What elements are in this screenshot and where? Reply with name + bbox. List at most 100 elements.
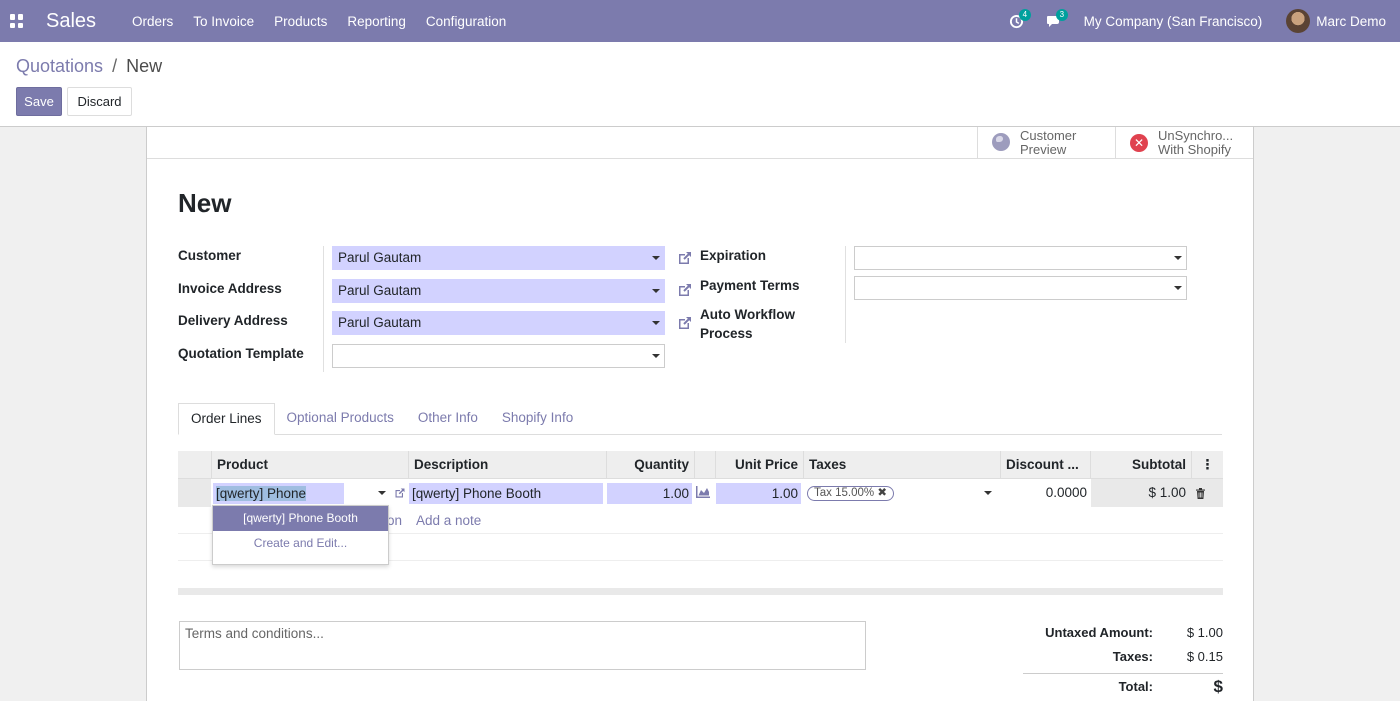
messages-badge: 3 [1055, 8, 1069, 21]
untaxed-amount-label: Untaxed Amount: [1045, 625, 1153, 640]
save-button[interactable]: Save [16, 87, 62, 116]
area-chart-icon[interactable] [696, 486, 710, 498]
tab-other-info[interactable]: Other Info [406, 403, 490, 435]
chevron-down-icon[interactable] [652, 256, 660, 260]
chevron-down-icon[interactable] [378, 491, 386, 495]
invoice-address-value: Parul Gautam [338, 283, 422, 298]
dropdown-option-product[interactable]: [qwerty] Phone Booth [213, 506, 388, 531]
menu-orders[interactable]: Orders [132, 14, 173, 29]
chevron-down-icon[interactable] [1174, 286, 1182, 290]
taxes-label: Taxes: [1112, 649, 1153, 664]
chevron-down-icon[interactable] [652, 354, 660, 358]
table-header: Product Description Quantity Unit Price … [178, 451, 1223, 479]
payment-terms-label: Payment Terms [700, 278, 800, 293]
activity-badge: 4 [1018, 8, 1032, 21]
messaging-button[interactable]: 3 [1046, 8, 1069, 29]
row-handle [178, 479, 211, 507]
taxes-value: $ 0.15 [1186, 649, 1223, 664]
external-link-icon[interactable] [677, 315, 693, 331]
tax-tag[interactable]: Tax 15.00% ✖ [807, 486, 894, 501]
apps-menu-icon[interactable] [10, 14, 24, 28]
column-discount[interactable]: Discount ... [1000, 451, 1090, 478]
delivery-address-label: Delivery Address [178, 313, 288, 328]
control-panel: Quotations / New Save Discard [0, 42, 1400, 127]
chevron-down-icon[interactable] [1174, 256, 1182, 260]
discount-value[interactable]: 0.0000 [1001, 479, 1087, 507]
systray: 4 3 My Company (San Francisco) Marc Demo [1009, 0, 1400, 42]
column-description[interactable]: Description [408, 451, 606, 478]
expiration-field[interactable] [854, 246, 1187, 270]
record-title: New [178, 188, 232, 218]
expiration-label: Expiration [700, 248, 767, 263]
menu-products[interactable]: Products [274, 14, 327, 29]
customer-preview-sublabel: Preview [1020, 142, 1067, 157]
payment-terms-field[interactable] [854, 276, 1187, 300]
unit-price-input[interactable]: 1.00 [716, 483, 801, 504]
chevron-down-icon[interactable] [984, 491, 992, 495]
quotation-template-field[interactable] [332, 344, 665, 368]
chevron-down-icon[interactable] [652, 321, 660, 325]
form-sheet: Customer Preview ✕ UnSynchro... With Shopi… [146, 127, 1254, 701]
quantity-input[interactable]: 1.00 [607, 483, 692, 504]
column-unit-price[interactable]: Unit Price [715, 451, 803, 478]
column-subtotal[interactable]: Subtotal [1090, 451, 1191, 478]
company-switcher[interactable]: My Company (San Francisco) [1084, 14, 1263, 29]
tab-shopify-info[interactable]: Shopify Info [490, 403, 585, 435]
kebab-menu-icon[interactable]: ⋮ [1191, 451, 1223, 478]
breadcrumb-quotations[interactable]: Quotations [16, 56, 103, 77]
terms-conditions-input[interactable]: Terms and conditions... [179, 621, 866, 670]
avatar[interactable] [1286, 9, 1311, 33]
menu-configuration[interactable]: Configuration [426, 14, 506, 29]
main-menu: Orders To Invoice Products Reporting Con… [132, 14, 526, 29]
tax-tag-label: Tax 15.00% [814, 487, 875, 499]
menu-to-invoice[interactable]: To Invoice [193, 14, 254, 29]
top-navbar: Sales Orders To Invoice Products Reporti… [0, 0, 1400, 42]
app-name[interactable]: Sales [46, 10, 96, 33]
add-note-link[interactable]: Add a note [416, 513, 481, 528]
totals-summary: Untaxed Amount: $ 1.00 Taxes: $ 0.15 Total… [1023, 621, 1223, 700]
dropdown-option-create-edit[interactable]: Create and Edit... [213, 531, 388, 556]
menu-reporting[interactable]: Reporting [347, 14, 406, 29]
description-input[interactable]: [qwerty] Phone Booth [409, 483, 603, 504]
customer-preview-label: Customer [1020, 128, 1077, 143]
x-circle-icon: ✕ [1130, 134, 1148, 152]
external-link-icon[interactable] [677, 250, 693, 266]
quotation-template-label: Quotation Template [178, 346, 304, 361]
customer-preview-button[interactable]: Customer Preview [977, 127, 1115, 159]
delivery-address-value: Parul Gautam [338, 315, 422, 330]
product-input[interactable]: [qwerty] Phone Booth [213, 483, 344, 522]
chevron-down-icon[interactable] [652, 289, 660, 293]
add-section-link[interactable]: on [387, 513, 402, 528]
shopify-sync-button[interactable]: ✕ UnSynchro... With Shopify [1115, 127, 1253, 159]
external-link-icon[interactable] [677, 282, 693, 298]
external-link-icon[interactable] [394, 487, 406, 499]
notebook-tabs: Order Lines Optional Products Other Info… [178, 403, 1222, 435]
tab-order-lines[interactable]: Order Lines [178, 403, 275, 435]
invoice-address-label: Invoice Address [178, 281, 282, 296]
discard-button[interactable]: Discard [67, 87, 132, 116]
trash-icon[interactable] [1196, 488, 1205, 499]
total-label: Total: [1118, 679, 1153, 694]
activity-button[interactable]: 4 [1009, 8, 1032, 29]
tab-optional-products[interactable]: Optional Products [275, 403, 406, 435]
column-quantity[interactable]: Quantity [606, 451, 694, 478]
delivery-address-field[interactable]: Parul Gautam [332, 311, 665, 335]
column-forecast [694, 451, 715, 478]
shopify-sync-sublabel: With Shopify [1158, 142, 1231, 157]
column-taxes[interactable]: Taxes [803, 451, 1000, 478]
customer-label: Customer [178, 248, 242, 263]
breadcrumb-current: New [126, 56, 163, 76]
breadcrumb: Quotations / New [16, 56, 162, 77]
invoice-address-field[interactable]: Parul Gautam [332, 279, 665, 303]
table-row[interactable]: [qwerty] Phone Booth [qwerty] Phone Boot… [178, 479, 1223, 522]
auto-workflow-label: Auto Workflow [700, 307, 795, 322]
close-icon[interactable]: ✖ [877, 487, 887, 499]
handle-column-header [178, 451, 211, 478]
column-product[interactable]: Product [211, 451, 408, 478]
globe-icon [992, 132, 1010, 151]
button-box: Customer Preview ✕ UnSynchro... With Shopi… [147, 127, 1253, 159]
auto-workflow-label-2: Process [700, 326, 753, 341]
total-value: $ 1.15 [1213, 677, 1223, 696]
user-menu[interactable]: Marc Demo [1316, 14, 1386, 29]
customer-field[interactable]: Parul Gautam [332, 246, 665, 270]
